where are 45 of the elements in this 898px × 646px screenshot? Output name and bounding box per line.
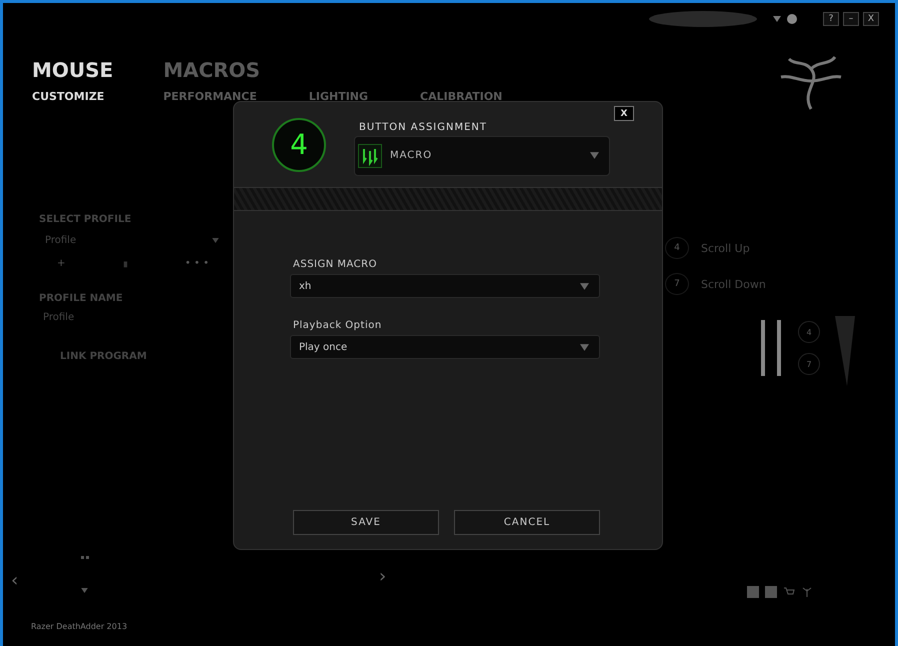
add-profile-button[interactable]: + — [57, 258, 66, 269]
subtab[interactable]: PERFORMANCE — [163, 90, 257, 103]
caret-icon — [580, 344, 589, 350]
profile-name-field[interactable]: Profile — [43, 312, 219, 323]
next-button[interactable]: › — [379, 568, 386, 586]
side-button[interactable]: 4 — [798, 321, 820, 343]
assignment-dropdown[interactable]: MACRO — [354, 136, 610, 176]
window-button[interactable]: X — [863, 12, 879, 26]
field-label: ASSIGN MACRO — [293, 259, 378, 270]
assigned-action[interactable]: Scroll Up — [701, 242, 750, 254]
close-button[interactable]: X — [614, 106, 634, 121]
side-button[interactable]: 7 — [798, 353, 820, 375]
trash-icon[interactable] — [122, 260, 128, 268]
snake-icon[interactable] — [801, 586, 813, 598]
dialog-button[interactable]: SAVE — [293, 510, 439, 535]
profile-dropdown[interactable]: Profile — [45, 235, 219, 246]
caret-icon[interactable] — [773, 16, 781, 22]
button-number[interactable]: 4 — [665, 237, 689, 259]
profile-name-label: PROFILE NAME — [39, 293, 124, 304]
dropdown-field[interactable]: Play once — [290, 335, 600, 359]
caret-icon — [212, 238, 219, 243]
caret-icon — [580, 282, 589, 290]
subtab[interactable]: LIGHTING — [308, 90, 368, 103]
macros-tab[interactable]: MACROS — [163, 58, 502, 82]
caret-icon — [590, 152, 599, 159]
previous-button[interactable]: ‹ — [11, 572, 18, 590]
dropdown-field[interactable]: xh — [290, 274, 600, 298]
window-button[interactable]: ? — [823, 12, 839, 26]
field-label: Playback Option — [293, 320, 383, 331]
dialog-title: BUTTON ASSIGNMENT — [359, 122, 488, 132]
link-program-button[interactable]: LINK PROGRAM — [60, 351, 219, 362]
macro-icon — [358, 144, 382, 168]
assigned-action[interactable]: Scroll Down — [701, 278, 766, 290]
window-button[interactable]: – — [843, 12, 859, 26]
device-name: Razer DeathAdder 2013 — [31, 622, 128, 631]
section-title: MOUSE — [32, 58, 114, 82]
customize-tab[interactable]: CUSTOMIZE — [32, 90, 114, 103]
button-number-badge: 4 — [272, 118, 326, 172]
more-button[interactable]: • • • — [184, 258, 209, 269]
subtab[interactable]: CALIBRATION — [420, 90, 502, 103]
caret-icon[interactable] — [81, 588, 88, 593]
button-number[interactable]: 7 — [665, 273, 689, 295]
globe-icon[interactable] — [787, 14, 797, 24]
select-profile-label: SELECT PROFILE — [39, 214, 132, 225]
dialog-button[interactable]: CANCEL — [454, 510, 600, 535]
